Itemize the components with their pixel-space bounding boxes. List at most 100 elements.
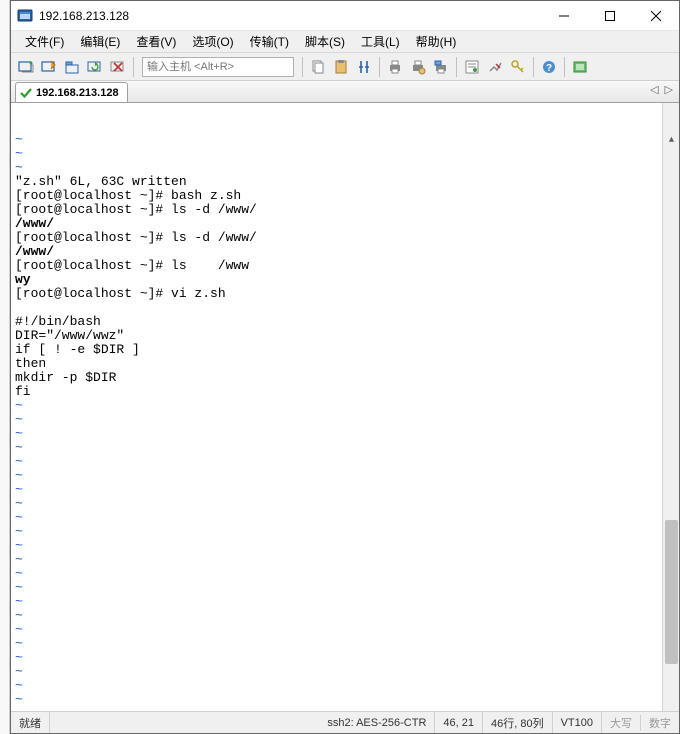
quick-connect-input[interactable] xyxy=(142,57,294,77)
session-tab[interactable]: 192.168.213.128 xyxy=(15,82,128,102)
minimize-button[interactable] xyxy=(541,1,587,31)
status-emulation: VT100 xyxy=(553,712,602,733)
terminal-line: ~ xyxy=(15,525,675,539)
terminal-line: ~ xyxy=(15,427,675,441)
copy-icon[interactable] xyxy=(307,56,329,78)
close-button[interactable] xyxy=(633,1,679,31)
terminal-line: mkdir -p $DIR xyxy=(15,371,675,385)
terminal-line: ~ xyxy=(15,595,675,609)
terminal-line xyxy=(15,301,675,315)
scroll-up-icon[interactable]: ▲ xyxy=(663,131,679,148)
terminal-line: ~ xyxy=(15,469,675,483)
menu-script[interactable]: 脚本(S) xyxy=(297,31,353,52)
statusbar: 就绪 ssh2: AES-256-CTR 46, 21 46行, 80列 VT1… xyxy=(11,711,679,733)
status-dimensions: 46行, 80列 xyxy=(483,712,553,733)
terminal-line: ~ xyxy=(15,679,675,693)
menu-transfer[interactable]: 传输(T) xyxy=(242,31,297,52)
global-options-icon[interactable] xyxy=(484,56,506,78)
reconnect-icon[interactable] xyxy=(84,56,106,78)
menu-file[interactable]: 文件(F) xyxy=(17,31,72,52)
help-icon[interactable]: ? xyxy=(538,56,560,78)
terminal-line: ~ xyxy=(15,413,675,427)
toolbar-sep xyxy=(564,57,565,77)
toolbar-sep xyxy=(533,57,534,77)
menubar: 文件(F) 编辑(E) 查看(V) 选项(O) 传输(T) 脚本(S) 工具(L… xyxy=(11,31,679,53)
toolbar-sep xyxy=(302,57,303,77)
menu-help[interactable]: 帮助(H) xyxy=(408,31,465,52)
window-controls xyxy=(541,1,679,31)
terminal-line: [root@localhost ~]# vi z.sh xyxy=(15,287,675,301)
print-setup-icon[interactable] xyxy=(407,56,429,78)
tab-nav-arrows: ◁ ▷ xyxy=(650,83,673,96)
toolbar: ? xyxy=(11,53,679,81)
terminal-line: then xyxy=(15,357,675,371)
session-options-icon[interactable] xyxy=(461,56,483,78)
key-icon[interactable] xyxy=(507,56,529,78)
terminal-line: ~ xyxy=(15,441,675,455)
toolbar-sep xyxy=(133,57,134,77)
print-screen-icon[interactable] xyxy=(430,56,452,78)
scrollbar-track[interactable] xyxy=(663,176,679,711)
status-caps: 大写 xyxy=(602,715,641,731)
terminal-line: ~ xyxy=(15,609,675,623)
terminal-line: if [ ! -e $DIR ] xyxy=(15,343,675,357)
maximize-button[interactable] xyxy=(587,1,633,31)
status-cursor-position: 46, 21 xyxy=(435,712,483,733)
window-title: 192.168.213.128 xyxy=(39,9,541,23)
terminal-line: ~ xyxy=(15,539,675,553)
menu-options[interactable]: 选项(O) xyxy=(184,31,241,52)
menu-tools[interactable]: 工具(L) xyxy=(353,31,408,52)
connect-icon[interactable] xyxy=(15,56,37,78)
print-icon[interactable] xyxy=(384,56,406,78)
terminal-line: [root@localhost ~]# ls -d /www/ xyxy=(15,231,675,245)
tab-prev-icon[interactable]: ◁ xyxy=(650,83,658,96)
terminal-line: [root@localhost ~]# ls -d /www/ xyxy=(15,203,675,217)
menu-edit[interactable]: 编辑(E) xyxy=(72,31,128,52)
terminal-line: ~ xyxy=(15,511,675,525)
terminal-line: ~ xyxy=(15,637,675,651)
terminal-line: ~ xyxy=(15,665,675,679)
terminal-line: "z.sh" 6L, 63C written xyxy=(15,175,675,189)
terminal-line: ~ xyxy=(15,147,675,161)
toolbar-sep xyxy=(379,57,380,77)
terminal-line: ~ xyxy=(15,399,675,413)
terminal-line: wy xyxy=(15,273,675,287)
securefx-icon[interactable] xyxy=(569,56,591,78)
terminal-line: ~ xyxy=(15,581,675,595)
terminal-line: ~ xyxy=(15,455,675,469)
paste-icon[interactable] xyxy=(330,56,352,78)
scrollbar-thumb[interactable] xyxy=(665,520,678,664)
terminal-line: ~ xyxy=(15,567,675,581)
tab-next-icon[interactable]: ▷ xyxy=(665,83,673,96)
terminal-line: ~ xyxy=(15,651,675,665)
titlebar: 192.168.213.128 xyxy=(11,1,679,31)
svg-text:?: ? xyxy=(546,63,552,74)
find-icon[interactable] xyxy=(353,56,375,78)
terminal-line: [root@localhost ~]# ls /www xyxy=(15,259,675,273)
terminal-viewport[interactable]: ~~~"z.sh" 6L, 63C written[root@localhost… xyxy=(11,103,679,711)
connected-check-icon xyxy=(20,87,32,99)
terminal-line: [root@localhost ~]# bash z.sh xyxy=(15,189,675,203)
terminal-line: #!/bin/bash xyxy=(15,315,675,329)
tabbar: 192.168.213.128 ◁ ▷ xyxy=(11,81,679,103)
terminal-line: /www/ xyxy=(15,245,675,259)
terminal-line: ~ xyxy=(15,707,675,711)
app-icon xyxy=(17,8,33,24)
status-ready: 就绪 xyxy=(11,712,50,733)
disconnect-icon[interactable] xyxy=(107,56,129,78)
terminal-line: fi xyxy=(15,385,675,399)
terminal-line: ~ xyxy=(15,133,675,147)
terminal-line: ~ xyxy=(15,497,675,511)
vertical-scrollbar[interactable]: ▲ ▼ xyxy=(662,103,679,711)
status-num: 数字 xyxy=(641,715,679,731)
terminal-line: ~ xyxy=(15,161,675,175)
main-window: 192.168.213.128 文件(F) 编辑(E) 查看(V) 选项(O) … xyxy=(10,0,680,734)
terminal-line: /www/ xyxy=(15,217,675,231)
terminal-line: ~ xyxy=(15,623,675,637)
toolbar-sep xyxy=(456,57,457,77)
quick-connect-icon[interactable] xyxy=(38,56,60,78)
menu-view[interactable]: 查看(V) xyxy=(128,31,184,52)
tab-connect-icon[interactable] xyxy=(61,56,83,78)
terminal-line: DIR="/www/wwz" xyxy=(15,329,675,343)
terminal-line: ~ xyxy=(15,693,675,707)
